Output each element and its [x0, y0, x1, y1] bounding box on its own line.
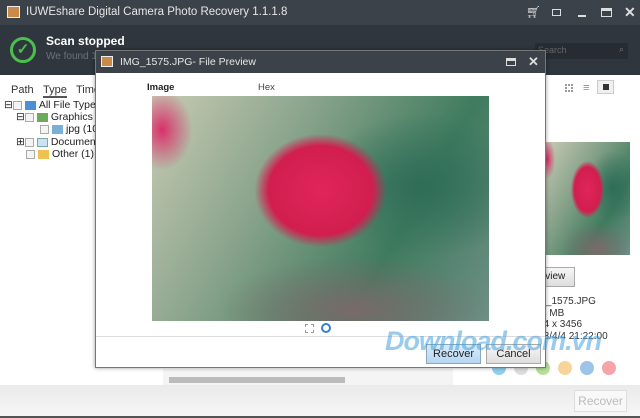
- recover-button[interactable]: Recover: [574, 390, 627, 412]
- tree-item-documents[interactable]: ⊞ Documents: [16, 136, 104, 148]
- file-type-tree: ⊟ All File Types (1 ⊟ Graphics (10 jpg (10…: [0, 97, 113, 385]
- footer-bar: Recover: [0, 385, 640, 418]
- dialog-cancel-button[interactable]: Cancel: [486, 344, 541, 364]
- search-input[interactable]: Search ⌕: [535, 43, 628, 59]
- tab-image[interactable]: Image: [147, 82, 174, 93]
- list-view-icon[interactable]: ≡: [583, 82, 589, 94]
- dialog-recover-button[interactable]: Recover: [426, 344, 481, 364]
- cart-icon[interactable]: 🛒︎: [526, 5, 541, 19]
- tab-path[interactable]: Path: [11, 84, 34, 96]
- actual-size-icon[interactable]: [321, 323, 331, 333]
- tab-type[interactable]: Type: [43, 84, 67, 98]
- search-icon: ⌕: [618, 44, 624, 54]
- register-icon[interactable]: [552, 9, 561, 16]
- maximize-icon[interactable]: [601, 8, 612, 17]
- scan-status: Scan stopped: [46, 34, 125, 48]
- dialog-title-bar: IMG_1575.JPG- File Preview ✕: [96, 51, 545, 73]
- view-toggle: ≡: [545, 75, 640, 100]
- file-preview-dialog: IMG_1575.JPG- File Preview ✕ Image Hex R…: [95, 50, 546, 368]
- dialog-maximize-icon[interactable]: [506, 58, 516, 66]
- dialog-logo-icon: [101, 56, 113, 67]
- preview-image: [152, 96, 489, 321]
- grid-view-icon[interactable]: [565, 84, 573, 92]
- check-circle-icon: ✓: [10, 37, 36, 63]
- minimize-icon[interactable]: [578, 15, 586, 17]
- app-title: IUWEshare Digital Camera Photo Recovery …: [26, 6, 288, 18]
- horizontal-scrollbar[interactable]: [163, 369, 453, 385]
- tab-hex[interactable]: Hex: [258, 82, 275, 93]
- fit-to-window-icon[interactable]: [305, 324, 314, 333]
- dialog-divider: [96, 336, 545, 337]
- type-tabs: Path Type Time: [0, 75, 100, 98]
- detail-view-icon[interactable]: [597, 80, 614, 94]
- tree-item-other[interactable]: Other (1): [26, 148, 94, 160]
- dialog-close-icon[interactable]: ✕: [528, 54, 539, 70]
- app-logo-icon: [7, 6, 20, 18]
- tree-label: Other (1): [52, 148, 95, 160]
- dialog-title: IMG_1575.JPG- File Preview: [120, 56, 256, 68]
- thumbnail-image: [545, 142, 630, 255]
- close-icon[interactable]: ✕: [624, 4, 636, 21]
- title-bar: IUWEshare Digital Camera Photo Recovery …: [0, 0, 640, 25]
